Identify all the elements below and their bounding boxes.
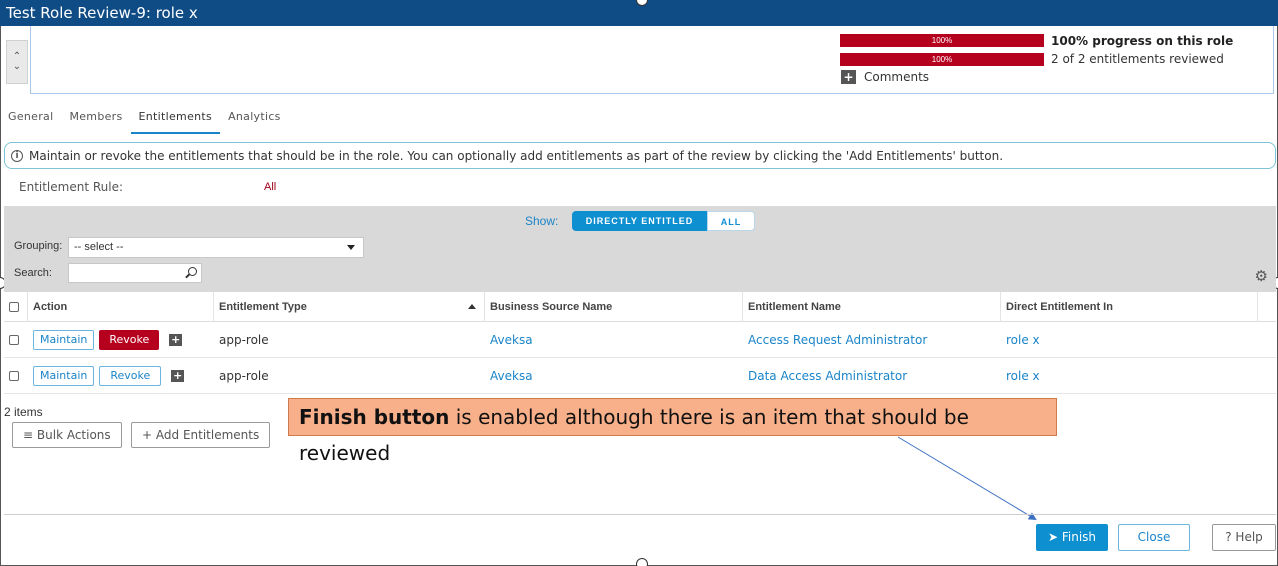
add-entitlements-label: Add Entitlements — [155, 428, 260, 442]
entitlement-name[interactable]: Access Request Administrator — [748, 333, 927, 347]
annotation-bold-text: Finish button — [299, 405, 450, 429]
info-message-bar: i Maintain or revoke the entitlements th… — [4, 142, 1276, 169]
search-icon[interactable] — [188, 267, 197, 276]
annotation-callout: Finish button is enabled although there … — [288, 398, 1057, 465]
business-source-name[interactable]: Aveksa — [490, 369, 533, 383]
send-icon: ➤ — [1047, 530, 1059, 544]
direct-entitlement-in[interactable]: role x — [1006, 333, 1040, 347]
search-label: Search: — [14, 267, 52, 279]
grouping-select[interactable]: -- select -- — [68, 237, 364, 258]
header-entitlement-name[interactable]: Entitlement Name — [743, 292, 1001, 322]
reviewed-text: 2 of 2 entitlements reviewed — [1051, 52, 1224, 66]
entitlement-type-cell: app-role — [219, 333, 269, 347]
direct-entitlement-link[interactable]: role x — [1001, 358, 1258, 394]
select-all-header — [4, 292, 28, 322]
progress-text: 100% progress on this role — [1051, 34, 1234, 48]
business-source-name[interactable]: Aveksa — [490, 333, 533, 347]
table-row: Maintain Revoke + app-role Aveksa Access… — [4, 322, 1276, 358]
row-select-cell — [4, 358, 28, 394]
header-action[interactable]: Action — [28, 292, 214, 322]
entitlement-name-link[interactable]: Data Access Administrator — [743, 358, 1001, 394]
direct-entitlement-in[interactable]: role x — [1006, 369, 1040, 383]
action-cell: Maintain Revoke + — [28, 322, 214, 358]
comments-label: Comments — [864, 70, 930, 84]
add-entitlements-button[interactable]: + Add Entitlements — [131, 422, 271, 448]
tab-general[interactable]: General — [0, 108, 61, 134]
help-button[interactable]: ? Help — [1212, 524, 1276, 551]
business-source-link[interactable]: Aveksa — [485, 358, 743, 394]
finish-label: Finish — [1061, 530, 1097, 544]
table-header: Action Entitlement Type Business Source … — [4, 292, 1276, 322]
grouping-label: Grouping: — [14, 240, 63, 252]
plus-icon: + — [142, 428, 153, 442]
entitlement-name-link[interactable]: Access Request Administrator — [743, 322, 1001, 358]
header-entitlement-type-label: Entitlement Type — [219, 301, 307, 313]
show-all-toggle[interactable]: ALL — [707, 211, 755, 231]
filter-panel: Show: DIRECTLY ENTITLED ALL Grouping: --… — [4, 206, 1276, 292]
comments-link[interactable]: + Comments — [841, 70, 929, 84]
entitlements-table: Action Entitlement Type Business Source … — [4, 292, 1276, 394]
direct-entitlement-link[interactable]: role x — [1001, 322, 1258, 358]
add-comment-icon[interactable]: + — [169, 334, 183, 346]
show-label: Show: — [525, 214, 559, 228]
grouping-value: -- select -- — [74, 241, 124, 253]
header-direct-entitlement-in[interactable]: Direct Entitlement In — [1001, 292, 1258, 322]
maintain-button[interactable]: Maintain — [33, 366, 95, 386]
collapse-summary-button[interactable]: ⌃ ⌄ — [6, 40, 28, 84]
caret-down-icon — [347, 245, 355, 250]
resize-handle-bottom[interactable] — [636, 558, 648, 566]
header-business-source-name[interactable]: Business Source Name — [485, 292, 743, 322]
entitlements-progress-bar: 100% — [840, 53, 1044, 66]
chevron-down-icon: ⌄ — [12, 61, 22, 72]
row-checkbox[interactable] — [9, 335, 19, 345]
search-input[interactable] — [68, 263, 202, 283]
tab-bar: General Members Entitlements Analytics — [0, 108, 289, 134]
finish-button[interactable]: ➤ Finish — [1036, 524, 1108, 551]
info-icon: i — [11, 149, 23, 162]
item-count: 2 items — [4, 405, 43, 419]
bulk-actions-label: Bulk Actions — [36, 428, 111, 442]
add-comment-icon: + — [841, 70, 856, 84]
help-label: Help — [1235, 530, 1263, 544]
footer-divider — [4, 514, 1276, 515]
revoke-button[interactable]: Revoke — [99, 330, 160, 350]
entitlement-name[interactable]: Data Access Administrator — [748, 369, 907, 383]
tab-entitlements[interactable]: Entitlements — [130, 108, 221, 134]
gear-icon[interactable]: ⚙ — [1255, 269, 1268, 284]
add-comment-icon[interactable]: + — [171, 370, 185, 382]
header-spacer — [1258, 292, 1276, 322]
sort-ascending-icon — [468, 304, 476, 309]
bulk-actions-button[interactable]: ≡ Bulk Actions — [12, 422, 122, 448]
revoke-button[interactable]: Revoke — [99, 366, 162, 386]
info-message: Maintain or revoke the entitlements that… — [29, 148, 1004, 163]
row-checkbox[interactable] — [9, 371, 19, 381]
tab-analytics[interactable]: Analytics — [220, 108, 289, 134]
select-all-checkbox[interactable] — [9, 302, 19, 312]
maintain-button[interactable]: Maintain — [33, 330, 95, 350]
entitlement-type-cell: app-role — [219, 369, 269, 383]
action-cell: Maintain Revoke + — [28, 358, 214, 394]
close-button[interactable]: Close — [1118, 524, 1190, 551]
business-source-link[interactable]: Aveksa — [485, 322, 743, 358]
row-select-cell — [4, 322, 28, 358]
question-icon: ? — [1225, 530, 1232, 544]
table-row: Maintain Revoke + app-role Aveksa Data A… — [4, 358, 1276, 394]
show-directly-entitled-toggle[interactable]: DIRECTLY ENTITLED — [572, 211, 707, 231]
list-icon: ≡ — [23, 428, 34, 442]
entitlement-rule-label: Entitlement Rule: — [19, 180, 124, 194]
entitlement-rule-value: All — [264, 181, 277, 193]
header-entitlement-type[interactable]: Entitlement Type — [214, 292, 485, 322]
tab-members[interactable]: Members — [61, 108, 130, 134]
role-progress-bar: 100% — [840, 34, 1044, 47]
